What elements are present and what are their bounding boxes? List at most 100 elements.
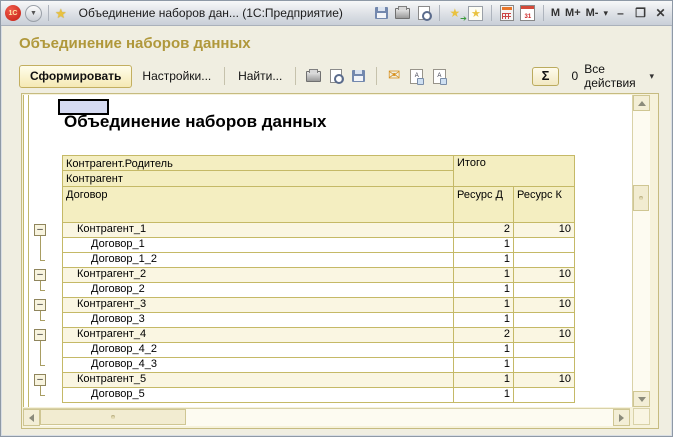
cell-resource-d[interactable]: 1 xyxy=(454,253,514,268)
arrow-down-icon xyxy=(637,396,646,402)
cell-resource-d[interactable]: 1 xyxy=(454,238,514,253)
close-button[interactable]: ✕ xyxy=(653,6,668,20)
all-actions-button[interactable]: Все действия ▾ xyxy=(584,62,654,90)
cell-resource-k[interactable] xyxy=(514,358,575,373)
horizontal-scroll-thumb[interactable] xyxy=(40,409,186,425)
header-counterparty[interactable]: Контрагент xyxy=(62,171,454,187)
cell-resource-d[interactable]: 1 xyxy=(454,283,514,298)
cell-resource-k[interactable]: 10 xyxy=(514,328,575,343)
add-to-favorites-icon[interactable]: ★ xyxy=(447,5,466,23)
cell-label[interactable]: Контрагент_2 xyxy=(62,268,454,283)
cell-resource-d[interactable]: 1 xyxy=(454,343,514,358)
memory-plus-button[interactable]: M+ xyxy=(565,7,581,19)
table-row: – Контрагент_4 2 10 xyxy=(23,328,632,343)
scroll-left-button[interactable] xyxy=(23,409,40,426)
save-icon[interactable] xyxy=(374,5,390,21)
print-preview-icon[interactable] xyxy=(328,67,345,85)
cell-resource-d[interactable]: 1 xyxy=(454,358,514,373)
print-icon[interactable] xyxy=(305,67,322,85)
favorites-star-icon[interactable]: ★ xyxy=(55,7,67,20)
scroll-up-button[interactable] xyxy=(633,95,650,111)
collapse-toggle[interactable]: – xyxy=(34,299,46,311)
sum-value: 0 xyxy=(571,69,579,83)
cell-resource-k[interactable] xyxy=(514,238,575,253)
minimize-button[interactable]: – xyxy=(613,6,628,20)
maximize-button[interactable]: ❒ xyxy=(633,6,648,20)
cell-resource-k[interactable]: 10 xyxy=(514,298,575,313)
collapse-toggle[interactable]: – xyxy=(34,269,46,281)
calendar-icon[interactable]: 31 xyxy=(520,5,536,21)
print-icon[interactable] xyxy=(395,5,411,21)
table-row: Договор_4_2 1 xyxy=(23,343,632,358)
cell-label[interactable]: Контрагент_1 xyxy=(62,223,454,238)
scrollbar-corner xyxy=(633,408,650,425)
cell-resource-d[interactable]: 1 xyxy=(454,298,514,313)
collapse-toggle[interactable]: – xyxy=(34,329,46,341)
system-menu-icon[interactable]: ▼ xyxy=(25,4,42,22)
cell-label[interactable]: Договор_4_2 xyxy=(62,343,454,358)
table-row: Договор_1_2 1 xyxy=(23,253,632,268)
cell-resource-d[interactable]: 2 xyxy=(454,328,514,343)
spreadsheet[interactable]: Объединение наборов данных Контрагент.Ро… xyxy=(23,95,632,407)
cell-resource-k[interactable]: 10 xyxy=(514,373,575,388)
header-resource-k[interactable]: Ресурс К xyxy=(514,187,575,223)
paste-fragment-icon[interactable]: A xyxy=(431,67,448,85)
table-row: Договор_3 1 xyxy=(23,313,632,328)
header-resource-d[interactable]: Ресурс Д xyxy=(454,187,514,223)
cell-resource-k[interactable] xyxy=(514,283,575,298)
cell-resource-k[interactable] xyxy=(514,253,575,268)
report-area: Объединение наборов данных Контрагент.Ро… xyxy=(21,93,659,429)
more-chevron-icon[interactable]: ▾ xyxy=(603,8,608,19)
cell-resource-k[interactable]: 10 xyxy=(514,268,575,283)
report-title: Объединение наборов данных xyxy=(64,112,327,131)
cell-label[interactable]: Договор_1 xyxy=(62,238,454,253)
horizontal-scrollbar[interactable] xyxy=(23,408,630,426)
cell-resource-d[interactable]: 1 xyxy=(454,373,514,388)
cell-resource-d[interactable]: 1 xyxy=(454,313,514,328)
favorites-icon[interactable]: ★ xyxy=(468,5,484,21)
titlebar[interactable]: 1С ▼ ★ Объединение наборов дан... (1С:Пр… xyxy=(1,1,672,26)
separator xyxy=(48,5,49,21)
cell-label[interactable]: Контрагент_5 xyxy=(62,373,454,388)
1c-logo-icon[interactable]: 1С xyxy=(5,5,21,21)
table-row: Договор_2 1 xyxy=(23,283,632,298)
vertical-scroll-thumb[interactable] xyxy=(633,185,649,211)
cell-label[interactable]: Контрагент_3 xyxy=(62,298,454,313)
collapse-toggle[interactable]: – xyxy=(34,374,46,386)
chevron-down-icon: ▾ xyxy=(649,70,654,81)
cell-label[interactable]: Контрагент_4 xyxy=(62,328,454,343)
cell-label[interactable]: Договор_2 xyxy=(62,283,454,298)
collapse-toggle[interactable]: – xyxy=(34,224,46,236)
memory-recall-button[interactable]: M xyxy=(551,7,560,19)
cell-resource-k[interactable]: 10 xyxy=(514,223,575,238)
cell-label[interactable]: Договор_5 xyxy=(62,388,454,403)
settings-button[interactable]: Настройки... xyxy=(138,66,215,86)
print-preview-icon[interactable] xyxy=(416,5,432,21)
header-parent[interactable]: Контрагент.Родитель xyxy=(62,155,454,171)
cell-resource-d[interactable]: 2 xyxy=(454,223,514,238)
header-contract[interactable]: Договор xyxy=(62,187,454,223)
scroll-right-button[interactable] xyxy=(613,409,630,426)
save-icon[interactable] xyxy=(350,67,367,85)
cell-label[interactable]: Договор_3 xyxy=(62,313,454,328)
scroll-down-button[interactable] xyxy=(633,391,650,407)
find-button[interactable]: Найти... xyxy=(234,66,286,86)
table-row: – Контрагент_5 1 10 xyxy=(23,373,632,388)
cell-resource-k[interactable] xyxy=(514,388,575,403)
calculator-icon[interactable] xyxy=(499,5,515,21)
mail-icon[interactable]: ✉ xyxy=(386,67,403,85)
cell-resource-k[interactable] xyxy=(514,313,575,328)
cell-label[interactable]: Договор_4_3 xyxy=(62,358,454,373)
vertical-scrollbar[interactable] xyxy=(632,95,650,407)
cell-resource-k[interactable] xyxy=(514,343,575,358)
separator xyxy=(295,67,297,85)
save-fragment-icon[interactable]: A xyxy=(408,67,425,85)
cell-resource-d[interactable]: 1 xyxy=(454,388,514,403)
generate-button[interactable]: Сформировать xyxy=(19,64,133,88)
cell-resource-d[interactable]: 1 xyxy=(454,268,514,283)
header-total[interactable]: Итого xyxy=(454,155,575,187)
memory-minus-button[interactable]: M- xyxy=(586,7,599,19)
cell-label[interactable]: Договор_1_2 xyxy=(62,253,454,268)
table-row: – Контрагент_1 2 10 xyxy=(23,223,632,238)
sum-button[interactable]: Σ xyxy=(531,66,560,86)
